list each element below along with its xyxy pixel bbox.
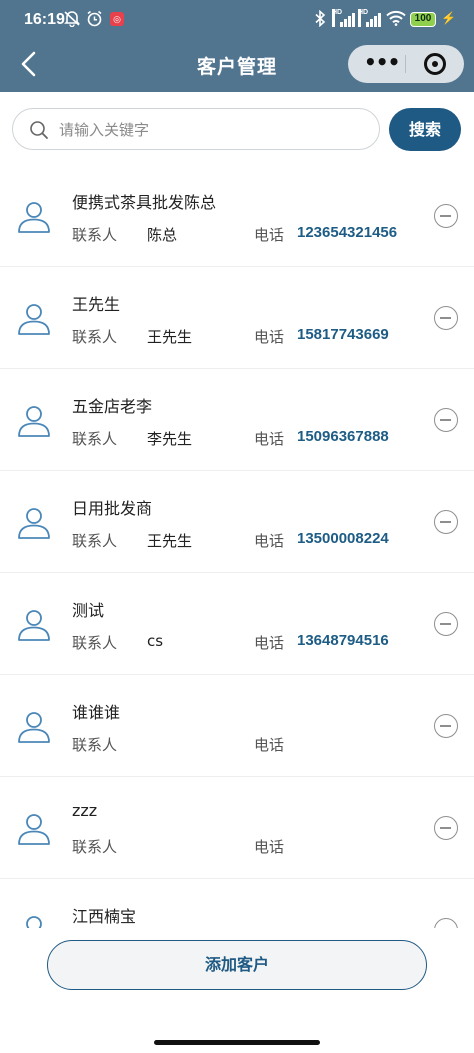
capsule-divider xyxy=(405,55,406,73)
customer-name: 便携式茶具批发陈总 xyxy=(72,193,217,212)
contact-value: 陈总 xyxy=(147,226,178,244)
contact-value: cs xyxy=(147,632,164,650)
phone-label: 电话 xyxy=(254,532,285,550)
mute-bell-icon xyxy=(64,10,80,32)
contact-label: 联系人 xyxy=(72,736,118,754)
phone-value[interactable]: 15817743669 xyxy=(297,326,389,343)
app-notification-icon: ◎ xyxy=(110,12,124,26)
person-icon xyxy=(16,607,52,643)
remove-circle-icon[interactable] xyxy=(434,408,458,432)
phone-value[interactable]: 13500008224 xyxy=(297,530,389,547)
wifi-icon xyxy=(386,10,406,31)
customer-list: 便携式茶具批发陈总 联系人 陈总 电话 123654321456 王先生 联系人 王先生 电话 1… xyxy=(0,165,474,928)
miniprogram-capsule: ••• xyxy=(348,45,464,83)
contact-label: 联系人 xyxy=(72,838,118,856)
alarm-clock-icon xyxy=(86,10,103,32)
more-options-button[interactable]: ••• xyxy=(364,51,400,77)
battery-icon: 100 xyxy=(410,12,436,27)
contact-value: 王先生 xyxy=(147,328,193,346)
remove-circle-icon[interactable] xyxy=(434,510,458,534)
contact-label: 联系人 xyxy=(72,328,118,346)
customer-row[interactable]: zzz 联系人 电话 xyxy=(0,777,474,879)
bluetooth-icon xyxy=(314,9,326,32)
customer-row[interactable]: 江西楠宝联系人电话 xyxy=(0,879,474,928)
person-icon xyxy=(16,199,52,235)
remove-circle-icon[interactable] xyxy=(434,714,458,738)
phone-value[interactable]: 123654321456 xyxy=(297,224,397,241)
customer-name: 日用批发商 xyxy=(72,499,153,518)
contact-value: 李先生 xyxy=(147,430,193,448)
customer-name: 王先生 xyxy=(72,295,121,314)
search-input[interactable] xyxy=(59,115,369,145)
customer-row[interactable]: 测试联系人 cs 电话 13648794516 xyxy=(0,573,474,675)
status-bar: 16:19 ◎ HD HD 100 ⚡ xyxy=(0,0,474,40)
person-icon xyxy=(16,913,52,928)
signal-strength-icon-2: HD xyxy=(358,9,382,27)
customer-name: zzz xyxy=(72,801,98,820)
customer-name: 谁谁谁 xyxy=(72,703,121,722)
phone-label: 电话 xyxy=(254,328,285,346)
remove-circle-icon[interactable] xyxy=(434,612,458,636)
customer-name: 江西楠宝 xyxy=(72,907,137,926)
customer-row[interactable]: 五金店老李联系人 李先生 电话 15096367888 xyxy=(0,369,474,471)
charging-icon: ⚡ xyxy=(441,11,456,25)
person-icon xyxy=(16,403,52,439)
contact-label: 联系人 xyxy=(72,532,118,550)
contact-label: 联系人 xyxy=(72,634,118,652)
customer-name: 测试 xyxy=(72,601,105,620)
signal-strength-icon: HD xyxy=(332,9,356,27)
phone-value[interactable]: 13648794516 xyxy=(297,632,389,649)
phone-label: 电话 xyxy=(254,226,285,244)
phone-label: 电话 xyxy=(254,634,285,652)
customer-row[interactable]: 谁谁谁联系人 电话 xyxy=(0,675,474,777)
phone-label: 电话 xyxy=(254,430,285,448)
remove-circle-icon[interactable] xyxy=(434,918,458,928)
person-icon xyxy=(16,709,52,745)
close-miniprogram-button[interactable] xyxy=(424,53,446,75)
search-icon xyxy=(30,121,48,139)
phone-value[interactable]: 15096367888 xyxy=(297,428,389,445)
app-header: 16:19 ◎ HD HD 100 ⚡ 客户管理 ••• xyxy=(0,0,474,92)
search-button[interactable]: 搜索 xyxy=(389,108,461,151)
search-bar xyxy=(12,108,380,150)
remove-circle-icon[interactable] xyxy=(434,306,458,330)
customer-row[interactable]: 王先生 联系人 王先生 电话 15817743669 xyxy=(0,267,474,369)
contact-label: 联系人 xyxy=(72,226,118,244)
remove-circle-icon[interactable] xyxy=(434,816,458,840)
customer-row[interactable]: 便携式茶具批发陈总 联系人 陈总 电话 123654321456 xyxy=(0,165,474,267)
contact-value: 王先生 xyxy=(147,532,193,550)
remove-circle-icon[interactable] xyxy=(434,204,458,228)
customer-name: 五金店老李 xyxy=(72,397,153,416)
phone-label: 电话 xyxy=(254,838,285,856)
person-icon xyxy=(16,811,52,847)
contact-label: 联系人 xyxy=(72,430,118,448)
add-customer-button[interactable]: 添加客户 xyxy=(47,940,427,990)
home-indicator xyxy=(154,1040,320,1045)
customer-row[interactable]: 日用批发商联系人 王先生 电话 13500008224 xyxy=(0,471,474,573)
status-time: 16:19 xyxy=(24,11,65,28)
phone-label: 电话 xyxy=(254,736,285,754)
person-icon xyxy=(16,301,52,337)
person-icon xyxy=(16,505,52,541)
